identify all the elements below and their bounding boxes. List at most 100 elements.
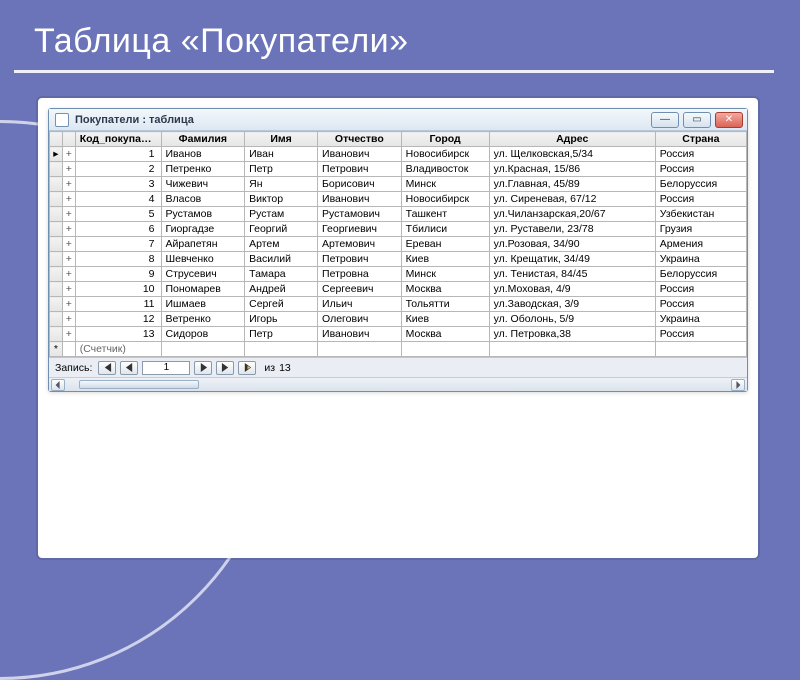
cell-id[interactable]: 3: [75, 177, 161, 192]
cell-id[interactable]: 9: [75, 267, 161, 282]
expand-header[interactable]: [62, 132, 75, 147]
cell-patronymic[interactable]: Олегович: [318, 312, 402, 327]
row-selector[interactable]: [50, 192, 63, 207]
cell-name[interactable]: Тамара: [245, 267, 318, 282]
cell-address[interactable]: ул.Моховая, 4/9: [489, 282, 655, 297]
row-selector-header[interactable]: [50, 132, 63, 147]
cell-surname[interactable]: Шевченко: [161, 252, 245, 267]
col-surname[interactable]: Фамилия: [161, 132, 245, 147]
cell-country[interactable]: Украина: [655, 252, 746, 267]
cell-city[interactable]: Москва: [401, 282, 489, 297]
cell-id[interactable]: 8: [75, 252, 161, 267]
col-address[interactable]: Адрес: [489, 132, 655, 147]
cell-patronymic[interactable]: Борисович: [318, 177, 402, 192]
cell-name[interactable]: Василий: [245, 252, 318, 267]
cell-id[interactable]: 11: [75, 297, 161, 312]
cell-name[interactable]: Виктор: [245, 192, 318, 207]
cell-id-placeholder[interactable]: (Счетчик): [75, 342, 161, 357]
cell-id[interactable]: 6: [75, 222, 161, 237]
col-patronymic[interactable]: Отчество: [318, 132, 402, 147]
cell-address[interactable]: ул.Заводская, 3/9: [489, 297, 655, 312]
cell-surname[interactable]: Пономарев: [161, 282, 245, 297]
cell-country[interactable]: Грузия: [655, 222, 746, 237]
cell-name[interactable]: Рустам: [245, 207, 318, 222]
cell-country[interactable]: Белоруссия: [655, 267, 746, 282]
nav-new-button[interactable]: [238, 361, 256, 375]
expand-button[interactable]: +: [62, 237, 75, 252]
cell-name[interactable]: Сергей: [245, 297, 318, 312]
cell-address[interactable]: ул. Щелковская,5/34: [489, 147, 655, 162]
cell-city[interactable]: Москва: [401, 327, 489, 342]
close-button[interactable]: ✕: [715, 112, 743, 128]
col-city[interactable]: Город: [401, 132, 489, 147]
row-selector[interactable]: [50, 252, 63, 267]
cell-city[interactable]: Киев: [401, 252, 489, 267]
cell-name[interactable]: Артем: [245, 237, 318, 252]
col-country[interactable]: Страна: [655, 132, 746, 147]
cell-patronymic[interactable]: Артемович: [318, 237, 402, 252]
cell-city[interactable]: Тольятти: [401, 297, 489, 312]
col-id[interactable]: Код_покупател: [75, 132, 161, 147]
expand-button[interactable]: +: [62, 282, 75, 297]
cell-surname[interactable]: Струсевич: [161, 267, 245, 282]
cell-surname[interactable]: Ветренко: [161, 312, 245, 327]
row-selector[interactable]: [50, 207, 63, 222]
cell-surname[interactable]: Айрапетян: [161, 237, 245, 252]
scroll-thumb[interactable]: [79, 380, 199, 389]
row-selector[interactable]: [50, 327, 63, 342]
row-selector[interactable]: [50, 162, 63, 177]
cell-surname[interactable]: Петренко: [161, 162, 245, 177]
cell-surname[interactable]: Иванов: [161, 147, 245, 162]
cell-patronymic[interactable]: Петрович: [318, 162, 402, 177]
table-row[interactable]: +8ШевченкоВасилийПетровичКиевул. Крещати…: [50, 252, 747, 267]
cell-surname[interactable]: Сидоров: [161, 327, 245, 342]
cell-surname[interactable]: Власов: [161, 192, 245, 207]
cell-name[interactable]: Игорь: [245, 312, 318, 327]
cell-surname[interactable]: Гиоргадзе: [161, 222, 245, 237]
horizontal-scrollbar[interactable]: [49, 377, 747, 391]
cell-address[interactable]: ул. Руставели, 23/78: [489, 222, 655, 237]
col-name[interactable]: Имя: [245, 132, 318, 147]
row-selector[interactable]: [50, 237, 63, 252]
table-row[interactable]: +11ИшмаевСергейИльичТольяттиул.Заводская…: [50, 297, 747, 312]
header-row[interactable]: Код_покупател Фамилия Имя Отчество Город…: [50, 132, 747, 147]
cell-id[interactable]: 4: [75, 192, 161, 207]
nav-current-input[interactable]: [142, 361, 190, 375]
cell-country[interactable]: Россия: [655, 282, 746, 297]
row-selector[interactable]: [50, 267, 63, 282]
expand-button[interactable]: +: [62, 147, 75, 162]
cell-country[interactable]: Армения: [655, 237, 746, 252]
scroll-right-button[interactable]: [731, 379, 745, 391]
cell-country[interactable]: Россия: [655, 297, 746, 312]
row-selector[interactable]: [50, 297, 63, 312]
cell-country[interactable]: Россия: [655, 192, 746, 207]
expand-button[interactable]: +: [62, 297, 75, 312]
cell-id[interactable]: 2: [75, 162, 161, 177]
row-selector[interactable]: [50, 177, 63, 192]
cell-id[interactable]: 7: [75, 237, 161, 252]
cell-surname[interactable]: Чижевич: [161, 177, 245, 192]
cell-surname[interactable]: Ишмаев: [161, 297, 245, 312]
row-selector[interactable]: [50, 222, 63, 237]
nav-last-button[interactable]: [216, 361, 234, 375]
table-row[interactable]: +10ПономаревАндрейСергеевичМоскваул.Мохо…: [50, 282, 747, 297]
cell-id[interactable]: 10: [75, 282, 161, 297]
scroll-left-button[interactable]: [51, 379, 65, 391]
cell-city[interactable]: Минск: [401, 177, 489, 192]
row-selector[interactable]: [50, 282, 63, 297]
expand-button[interactable]: +: [62, 162, 75, 177]
cell-name[interactable]: Петр: [245, 162, 318, 177]
cell-id[interactable]: 5: [75, 207, 161, 222]
cell-patronymic[interactable]: Иванович: [318, 327, 402, 342]
table-row[interactable]: +5РустамовРустамРустамовичТашкентул.Чила…: [50, 207, 747, 222]
row-selector[interactable]: [50, 312, 63, 327]
table-row[interactable]: +3ЧижевичЯнБорисовичМинскул.Главная, 45/…: [50, 177, 747, 192]
cell-patronymic[interactable]: Иванович: [318, 147, 402, 162]
new-row[interactable]: *(Счетчик): [50, 342, 747, 357]
expand-button[interactable]: +: [62, 192, 75, 207]
cell-name[interactable]: Иван: [245, 147, 318, 162]
cell-address[interactable]: ул. Оболонь, 5/9: [489, 312, 655, 327]
cell-country[interactable]: Россия: [655, 327, 746, 342]
cell-country[interactable]: Узбекистан: [655, 207, 746, 222]
expand-button[interactable]: +: [62, 267, 75, 282]
